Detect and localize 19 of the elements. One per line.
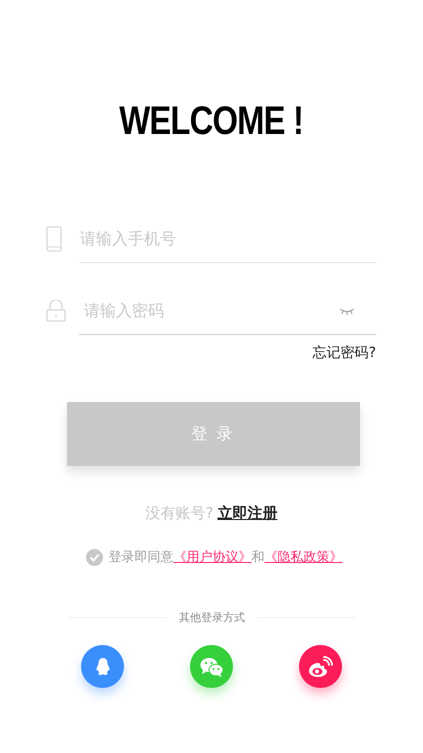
lock-icon <box>46 300 66 322</box>
chat-bubbles-icon <box>200 656 224 676</box>
weibo-login-button[interactable] <box>299 645 342 688</box>
agreement-text: 登录即同意 <box>108 549 174 566</box>
qq-login-button[interactable] <box>81 645 124 688</box>
other-login-label: 其他登录方式 <box>179 610 245 625</box>
register-link[interactable]: 立即注册 <box>217 504 278 523</box>
forgot-password-link[interactable]: 忘记密码? <box>312 344 376 362</box>
terms-link[interactable]: 《用户协议》 <box>174 548 252 566</box>
register-prompt: 没有账号? <box>146 504 214 523</box>
penguin-icon <box>94 658 110 676</box>
wechat-login-button[interactable] <box>190 645 233 688</box>
check-circle-icon[interactable] <box>86 548 102 566</box>
conjunction-text: 和 <box>252 549 264 566</box>
weibo-icon <box>308 656 334 678</box>
privacy-link[interactable]: 《隐私政策》 <box>264 548 342 566</box>
welcome-title: WELCOME ! <box>120 99 304 144</box>
closed-eye-icon[interactable] <box>339 306 355 314</box>
phone-icon <box>46 226 62 252</box>
